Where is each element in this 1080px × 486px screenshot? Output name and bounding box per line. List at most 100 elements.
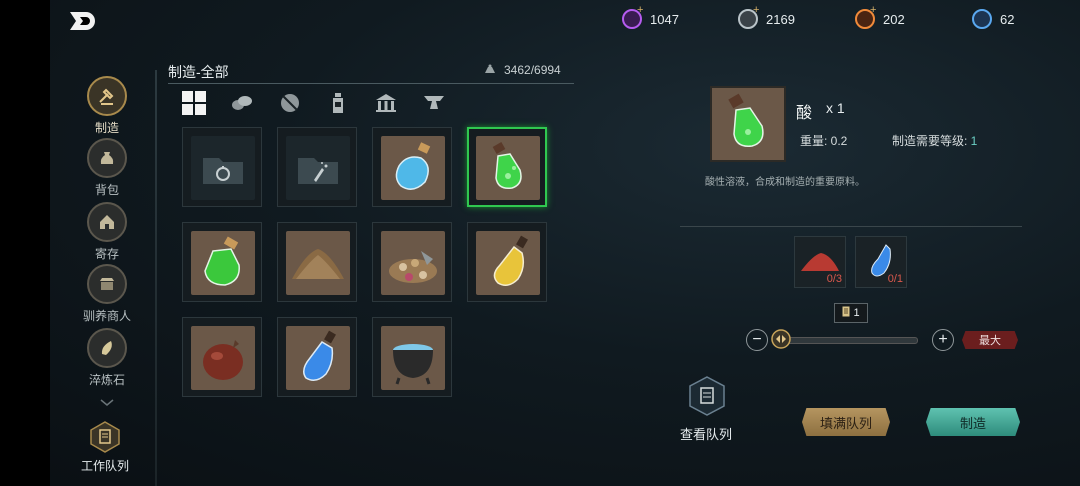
view-queue-button[interactable]	[688, 376, 726, 416]
material-count: 0/1	[887, 273, 903, 285]
craft-button[interactable]: 制造	[926, 408, 1020, 436]
tab-building[interactable]	[362, 88, 410, 118]
item-name: 酸	[796, 105, 813, 122]
nav-item-label: 寄存	[94, 247, 119, 261]
mixed-seeds-icon	[389, 251, 437, 283]
item-weight: 重量: 0.2	[800, 134, 848, 148]
item-slot-empty-sparkle[interactable]	[277, 127, 357, 207]
back-button[interactable]	[66, 8, 102, 34]
yellow-flask-icon	[493, 235, 528, 286]
craft-quantity: 1	[834, 303, 868, 323]
scroll-icon	[842, 306, 850, 320]
required-level-value: 1	[970, 134, 978, 148]
blue-bottle-icon	[395, 142, 431, 190]
blue-flask-icon	[303, 330, 336, 381]
currency-silver[interactable]: + 2169	[738, 4, 795, 30]
folder-flask-icon	[203, 158, 243, 184]
work-queue-icon[interactable]	[88, 420, 122, 454]
bag-icon	[87, 138, 127, 178]
item-slot-green-jar[interactable]	[182, 222, 262, 302]
category-tabs	[170, 88, 458, 118]
currency-orange[interactable]: + 202	[855, 4, 905, 30]
item-slot-blue-bottle[interactable]	[372, 127, 452, 207]
tab-anvil[interactable]	[410, 88, 458, 118]
nav-item-storage[interactable]: 寄存	[82, 202, 132, 262]
add-icon[interactable]: +	[870, 4, 876, 16]
decrease-button[interactable]: −	[746, 329, 768, 351]
currency-value: 2169	[766, 11, 795, 27]
refining-stone-icon	[87, 328, 127, 368]
required-level: 制造需要等级: 1	[892, 132, 977, 149]
nav-item-merchant[interactable]: 驯养商人	[82, 264, 132, 324]
cauldron-icon	[393, 344, 433, 385]
currency-value: 1047	[650, 11, 679, 27]
fill-queue-button[interactable]: 填满队列	[802, 408, 890, 436]
add-icon[interactable]: +	[637, 4, 643, 16]
item-slot-acid-selected[interactable]	[467, 127, 547, 207]
slider-handle[interactable]	[770, 329, 792, 349]
item-slot-brown-powder[interactable]	[277, 222, 357, 302]
all-grid-icon	[182, 91, 206, 115]
material-slot[interactable]: 0/3	[794, 236, 846, 288]
item-slot-yellow-flask[interactable]	[467, 222, 547, 302]
currency-purple[interactable]: + 1047	[622, 4, 679, 30]
item-description: 酸性溶液，合成和制造的重要原料。	[705, 177, 865, 188]
craft-quantity-value: 1	[853, 307, 860, 319]
nav-item-label: 驯养商人	[82, 309, 131, 323]
max-button[interactable]: 最大	[962, 331, 1018, 349]
storage-house-icon	[87, 202, 127, 242]
add-icon[interactable]: +	[753, 4, 759, 16]
potion-icon	[333, 93, 343, 113]
ore-icon	[281, 94, 299, 112]
currency-blue[interactable]: 62	[972, 8, 1014, 30]
queue-list-icon	[689, 376, 725, 416]
tab-ore[interactable]	[266, 88, 314, 118]
silver-coin-icon: +	[738, 4, 759, 29]
nav-item-label: 淬炼石	[88, 373, 125, 387]
building-icon	[376, 94, 396, 112]
red-pouch-icon	[203, 340, 243, 380]
plus-icon: +	[938, 331, 948, 348]
weight-icon	[484, 63, 496, 77]
merchant-stall-icon	[87, 264, 127, 304]
tab-materials[interactable]	[218, 88, 266, 118]
material-count: 0/3	[826, 273, 842, 285]
detail-item-icon	[710, 86, 786, 162]
increase-button[interactable]: +	[932, 329, 954, 351]
tab-potion[interactable]	[314, 88, 362, 118]
left-black-edge	[0, 0, 50, 486]
green-acid-bottle-icon	[492, 142, 522, 190]
item-slot-cauldron[interactable]	[372, 317, 452, 397]
item-slot-mixed-seeds[interactable]	[372, 222, 452, 302]
currency-value: 202	[883, 11, 905, 27]
minus-icon: −	[752, 331, 762, 348]
material-slot[interactable]: 0/1	[855, 236, 907, 288]
nav-item-bag[interactable]: 背包	[82, 138, 132, 198]
item-slot-blue-flask[interactable]	[277, 317, 357, 397]
item-slot-red-pouch[interactable]	[182, 317, 262, 397]
anvil-icon	[424, 96, 444, 109]
craft-hammer-icon	[87, 76, 127, 116]
nav-item-label: 背包	[94, 183, 119, 197]
folder-sparkle-icon	[298, 158, 338, 184]
weight-value: 3462/6994	[504, 63, 561, 77]
work-queue-label[interactable]: 工作队列	[70, 457, 140, 474]
page-title: 制造-全部	[168, 64, 229, 80]
back-arrow-icon	[70, 12, 95, 30]
currency-value: 62	[1000, 11, 1015, 27]
item-slot-empty-flask[interactable]	[182, 127, 262, 207]
purple-gem-icon: +	[622, 4, 643, 29]
detail-divider	[680, 226, 1022, 227]
quantity-slider[interactable]	[778, 337, 918, 344]
nav-divider	[155, 70, 157, 486]
item-quantity: x 1	[826, 100, 845, 116]
materials-icon	[232, 96, 252, 110]
nav-item-refining-stone[interactable]: 淬炼石	[82, 328, 132, 388]
green-jar-icon	[204, 236, 240, 286]
brown-powder-icon	[292, 249, 344, 279]
nav-item-craft[interactable]: 制造	[82, 76, 132, 136]
chevron-down-icon[interactable]	[100, 394, 114, 412]
tab-all[interactable]	[170, 88, 218, 118]
view-queue-label[interactable]: 查看队列	[676, 424, 736, 443]
green-acid-bottle-icon	[728, 93, 764, 147]
